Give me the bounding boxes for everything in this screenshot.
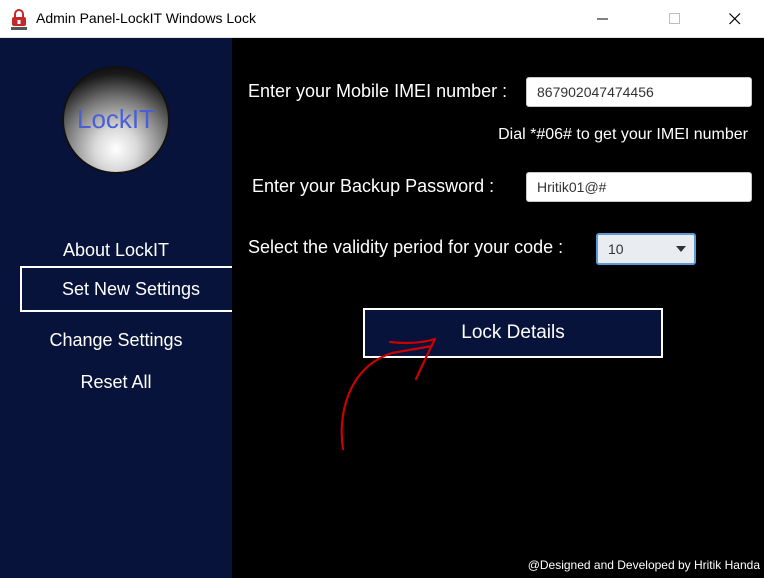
validity-select[interactable]: 10 bbox=[596, 233, 696, 265]
app-logo: LockIT bbox=[62, 66, 170, 174]
annotation-arrow bbox=[340, 337, 437, 451]
lock-icon bbox=[11, 9, 27, 30]
sidebar-item-change-settings[interactable]: Change Settings bbox=[0, 330, 232, 351]
main-panel: Enter your Mobile IMEI number : 86790204… bbox=[232, 38, 764, 578]
sidebar-item-about[interactable]: About LockIT bbox=[0, 240, 232, 261]
password-label: Enter your Backup Password : bbox=[252, 176, 495, 196]
chevron-down-icon bbox=[676, 246, 686, 252]
maximize-icon bbox=[669, 13, 680, 24]
validity-label: Select the validity period for your code… bbox=[248, 237, 564, 257]
validity-selected-value: 10 bbox=[608, 241, 624, 257]
minimize-icon bbox=[597, 18, 608, 20]
sidebar-item-reset-all[interactable]: Reset All bbox=[0, 372, 232, 393]
sidebar: LockIT About LockIT Set New Settings Cha… bbox=[0, 38, 252, 578]
sidebar-item-label: Set New Settings bbox=[61, 279, 201, 299]
imei-hint: Dial *#06# to get your IMEI number bbox=[498, 126, 748, 143]
maximize-button[interactable] bbox=[652, 0, 698, 38]
imei-input[interactable]: 867902047474456 bbox=[526, 77, 752, 107]
close-button[interactable] bbox=[712, 0, 758, 38]
logo-text: LockIT bbox=[76, 104, 156, 134]
footer-credit: @Designed and Developed by Hritik Handa bbox=[527, 558, 760, 572]
minimize-button[interactable] bbox=[580, 0, 626, 38]
sidebar-item-set-new-settings[interactable]: Set New Settings bbox=[20, 266, 252, 312]
password-input[interactable]: Hritik01@# bbox=[526, 172, 752, 202]
imei-label: Enter your Mobile IMEI number : bbox=[248, 81, 508, 101]
title-bar: Admin Panel-LockIT Windows Lock bbox=[0, 0, 764, 38]
window-title: Admin Panel-LockIT Windows Lock bbox=[36, 10, 256, 26]
close-icon bbox=[729, 13, 741, 25]
